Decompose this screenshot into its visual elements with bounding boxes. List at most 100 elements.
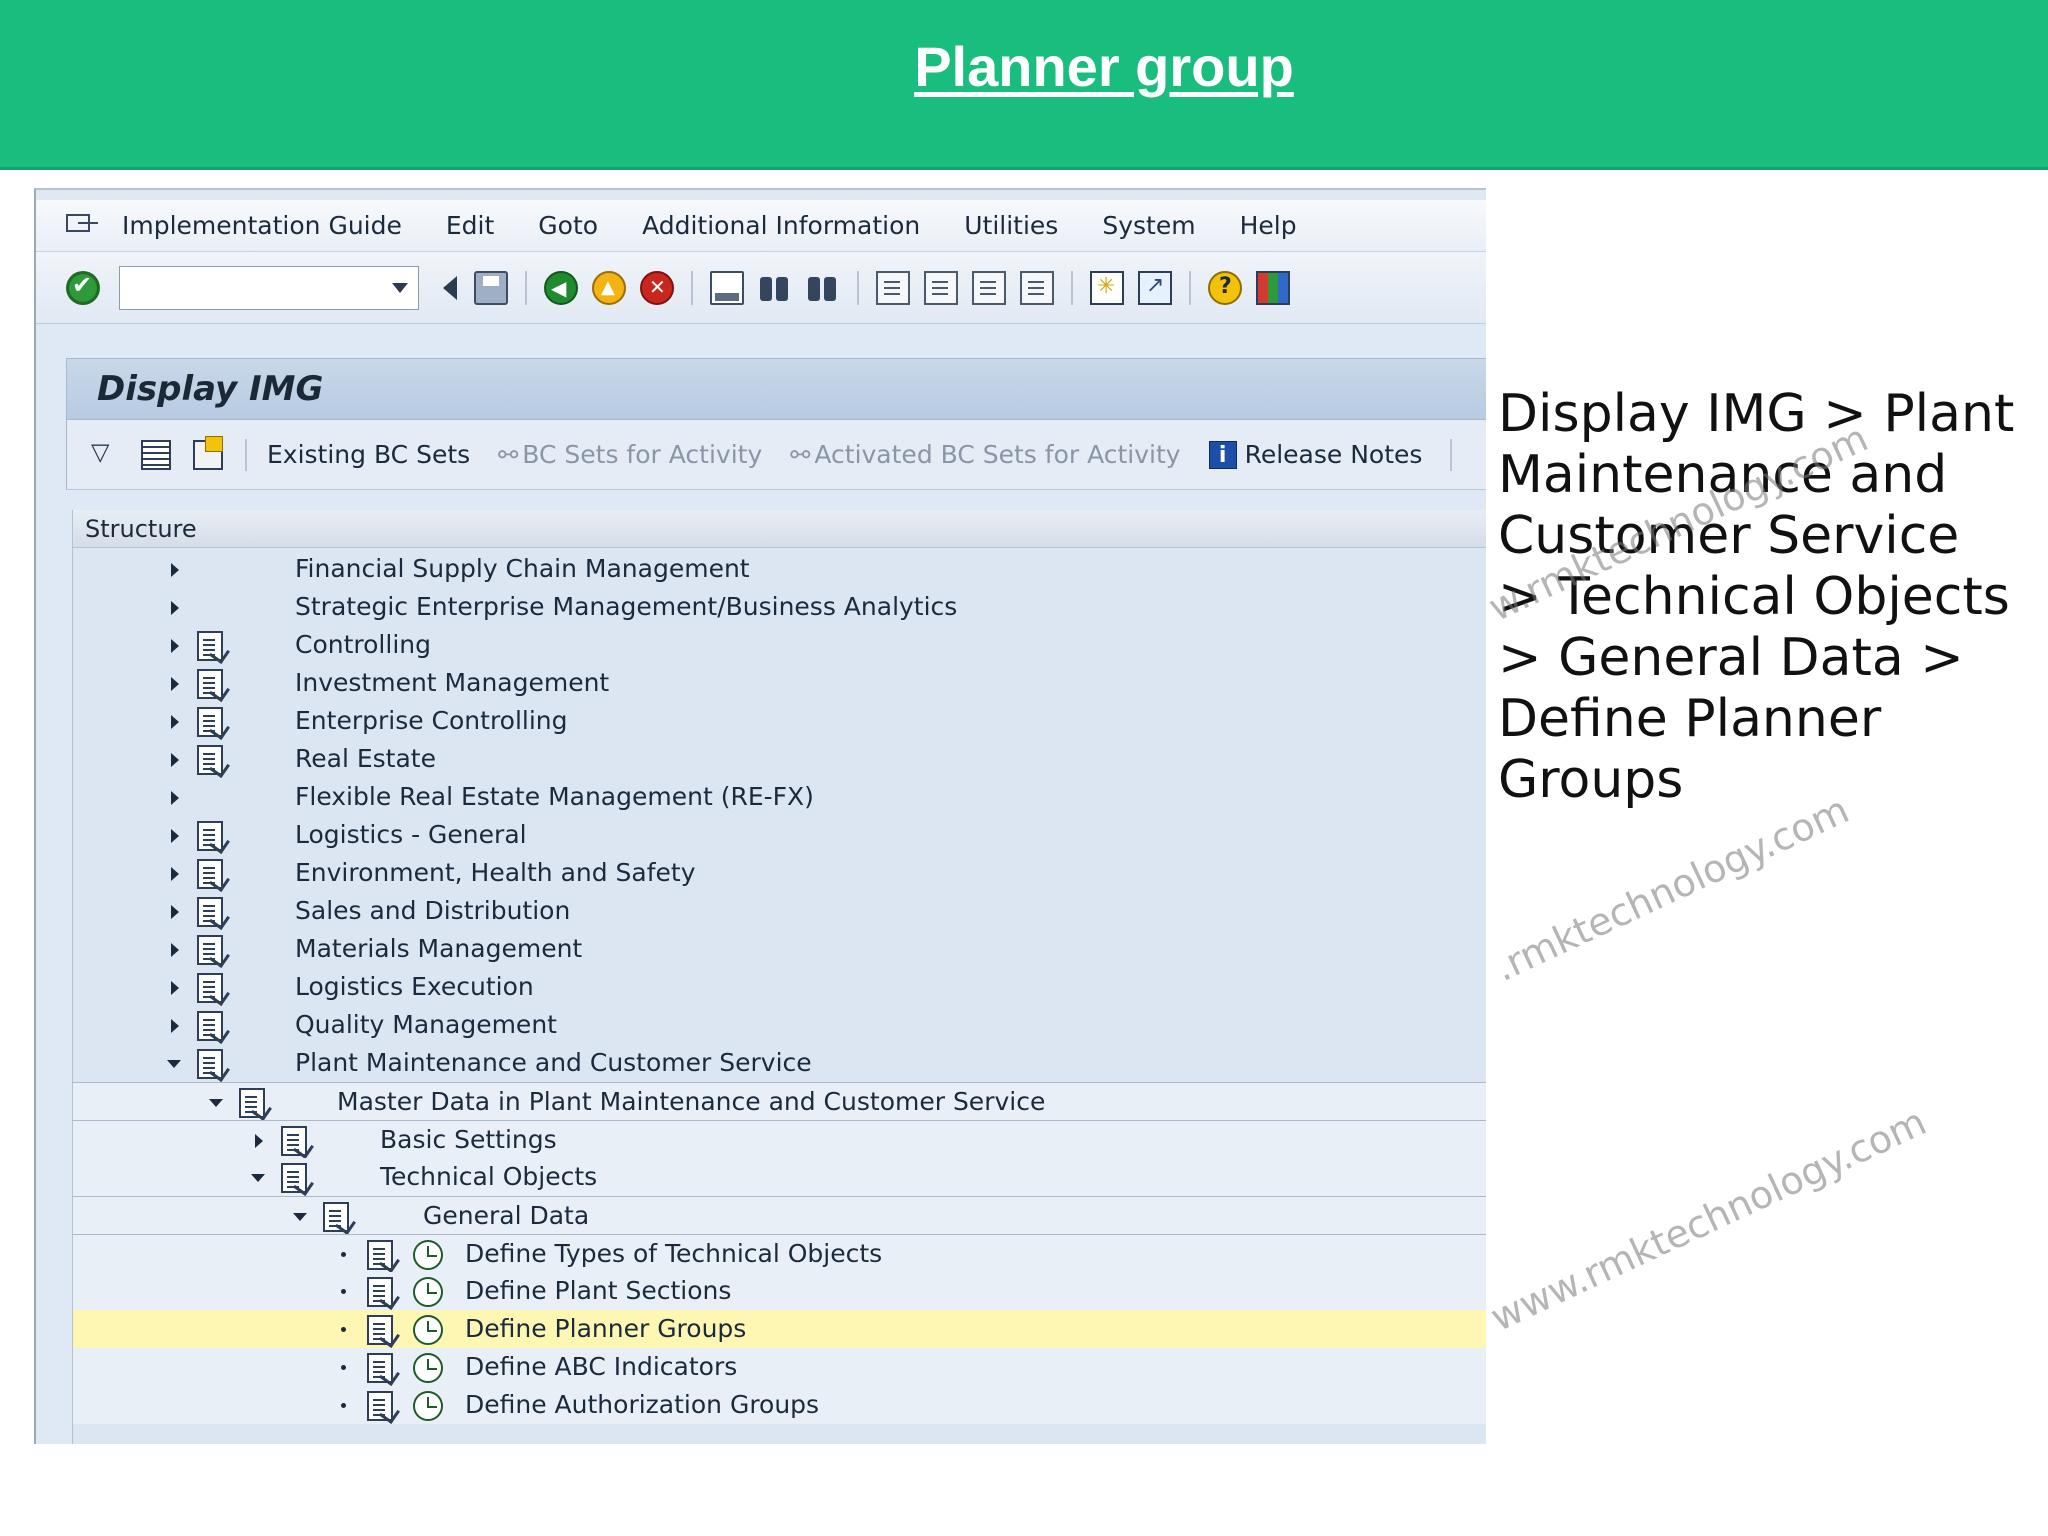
tree-node[interactable]: Quality Management	[73, 1006, 1486, 1044]
previous-page-icon[interactable]	[924, 270, 958, 305]
execute-activity-icon[interactable]	[413, 1277, 443, 1307]
expand-arrow-icon[interactable]	[171, 829, 179, 843]
tree-node[interactable]: Investment Management	[73, 664, 1486, 702]
command-field[interactable]	[119, 265, 419, 310]
tree-node[interactable]: Flexible Real Estate Management (RE-FX)	[73, 778, 1486, 816]
collapse-arrow-icon[interactable]	[251, 1174, 265, 1182]
tree-node-expanded[interactable]: Master Data in Plant Maintenance and Cus…	[73, 1082, 1486, 1120]
tree-node[interactable]: Controlling	[73, 626, 1486, 664]
release-notes-button[interactable]: i Release Notes	[1208, 440, 1422, 469]
shortcut-icon[interactable]	[1138, 270, 1172, 305]
documentation-icon[interactable]	[197, 631, 223, 661]
system-menu-icon[interactable]	[64, 212, 100, 240]
expand-arrow-icon[interactable]	[171, 715, 179, 729]
where-used-icon[interactable]	[141, 439, 171, 470]
cancel-icon[interactable]	[640, 270, 674, 305]
execute-activity-icon[interactable]	[413, 1240, 443, 1270]
expand-arrow-icon[interactable]	[171, 905, 179, 919]
print-icon[interactable]	[710, 270, 744, 305]
tree-node[interactable]: Strategic Enterprise Management/Business…	[73, 588, 1486, 626]
documentation-icon[interactable]	[367, 1277, 393, 1307]
tree-node[interactable]: Real Estate	[73, 740, 1486, 778]
collapse-arrow-icon[interactable]	[293, 1213, 307, 1221]
save-icon[interactable]	[474, 270, 508, 305]
exit-icon[interactable]	[592, 270, 626, 305]
copy-icon[interactable]	[193, 435, 223, 470]
enter-check-icon[interactable]	[66, 270, 100, 305]
activated-bc-sets-button[interactable]: ⚯ Activated BC Sets for Activity	[790, 440, 1180, 469]
documentation-icon[interactable]	[367, 1353, 393, 1383]
create-session-icon[interactable]	[1090, 270, 1124, 305]
img-activity-selected[interactable]: Define Planner Groups	[73, 1310, 1486, 1348]
documentation-icon[interactable]	[281, 1126, 307, 1156]
tree-node[interactable]: Enterprise Controlling	[73, 702, 1486, 740]
bc-sets-for-activity-button[interactable]: ⚯ BC Sets for Activity	[498, 440, 762, 469]
first-page-icon[interactable]	[876, 270, 910, 305]
documentation-icon[interactable]	[197, 897, 223, 927]
img-activity[interactable]: Define Authorization Groups	[73, 1386, 1486, 1424]
find-icon[interactable]	[758, 271, 792, 305]
help-icon[interactable]	[1208, 270, 1242, 305]
next-page-icon[interactable]	[972, 270, 1006, 305]
documentation-icon[interactable]	[197, 1011, 223, 1041]
expand-arrow-icon[interactable]	[171, 753, 179, 767]
documentation-icon[interactable]	[197, 1049, 223, 1079]
expand-arrow-icon[interactable]	[171, 943, 179, 957]
expand-arrow-icon[interactable]	[171, 791, 179, 805]
back-icon[interactable]	[544, 270, 578, 305]
find-next-icon[interactable]	[806, 271, 840, 305]
tree-node[interactable]: Materials Management	[73, 930, 1486, 968]
documentation-icon[interactable]	[197, 707, 223, 737]
expand-subtree-icon[interactable]	[89, 438, 119, 470]
tree-node-expanded[interactable]: Plant Maintenance and Customer Service	[73, 1044, 1486, 1082]
expand-arrow-icon[interactable]	[171, 981, 179, 995]
documentation-icon[interactable]	[197, 859, 223, 889]
tree-node[interactable]: Environment, Health and Safety	[73, 854, 1486, 892]
menu-goto[interactable]: Goto	[538, 211, 598, 240]
execute-activity-icon[interactable]	[413, 1315, 443, 1345]
tree-node-expanded[interactable]: General Data	[73, 1196, 1486, 1234]
customize-layout-icon[interactable]	[1256, 270, 1290, 305]
command-dropdown-icon[interactable]	[392, 282, 408, 293]
img-activity[interactable]: Define Types of Technical Objects	[73, 1234, 1486, 1272]
expand-arrow-icon[interactable]	[171, 677, 179, 691]
existing-bc-sets-button[interactable]: Existing BC Sets	[267, 440, 470, 469]
tree-node[interactable]: Logistics - General	[73, 816, 1486, 854]
expand-arrow-icon[interactable]	[255, 1134, 263, 1148]
documentation-icon[interactable]	[239, 1088, 265, 1118]
execute-activity-icon[interactable]	[413, 1353, 443, 1383]
documentation-icon[interactable]	[197, 973, 223, 1003]
documentation-icon[interactable]	[197, 669, 223, 699]
expand-arrow-icon[interactable]	[171, 1019, 179, 1033]
expand-arrow-icon[interactable]	[171, 601, 179, 615]
menu-help[interactable]: Help	[1240, 211, 1297, 240]
documentation-icon[interactable]	[281, 1163, 307, 1193]
tree-node[interactable]: Sales and Distribution	[73, 892, 1486, 930]
documentation-icon[interactable]	[197, 935, 223, 965]
collapse-arrow-icon[interactable]	[167, 1060, 181, 1068]
documentation-icon[interactable]	[197, 821, 223, 851]
img-activity[interactable]: Define ABC Indicators	[73, 1348, 1486, 1386]
collapse-toolbar-icon[interactable]	[443, 275, 457, 300]
menu-utilities[interactable]: Utilities	[964, 211, 1058, 240]
menu-system[interactable]: System	[1102, 211, 1195, 240]
tree-node[interactable]: Logistics Execution	[73, 968, 1486, 1006]
execute-activity-icon[interactable]	[413, 1391, 443, 1421]
menu-implementation-guide[interactable]: Implementation Guide	[122, 211, 402, 240]
documentation-icon[interactable]	[323, 1202, 349, 1232]
expand-arrow-icon[interactable]	[171, 563, 179, 577]
documentation-icon[interactable]	[367, 1315, 393, 1345]
documentation-icon[interactable]	[197, 745, 223, 775]
documentation-icon[interactable]	[367, 1240, 393, 1270]
expand-arrow-icon[interactable]	[171, 639, 179, 653]
last-page-icon[interactable]	[1020, 270, 1054, 305]
expand-arrow-icon[interactable]	[171, 867, 179, 881]
menu-edit[interactable]: Edit	[446, 211, 494, 240]
documentation-icon[interactable]	[367, 1391, 393, 1421]
tree-node[interactable]: Financial Supply Chain Management	[73, 550, 1486, 588]
collapse-arrow-icon[interactable]	[209, 1099, 223, 1107]
menu-additional-information[interactable]: Additional Information	[642, 211, 920, 240]
tree-node-expanded[interactable]: Technical Objects	[73, 1158, 1486, 1196]
img-activity[interactable]: Define Plant Sections	[73, 1272, 1486, 1310]
tree-node[interactable]: Basic Settings	[73, 1120, 1486, 1158]
